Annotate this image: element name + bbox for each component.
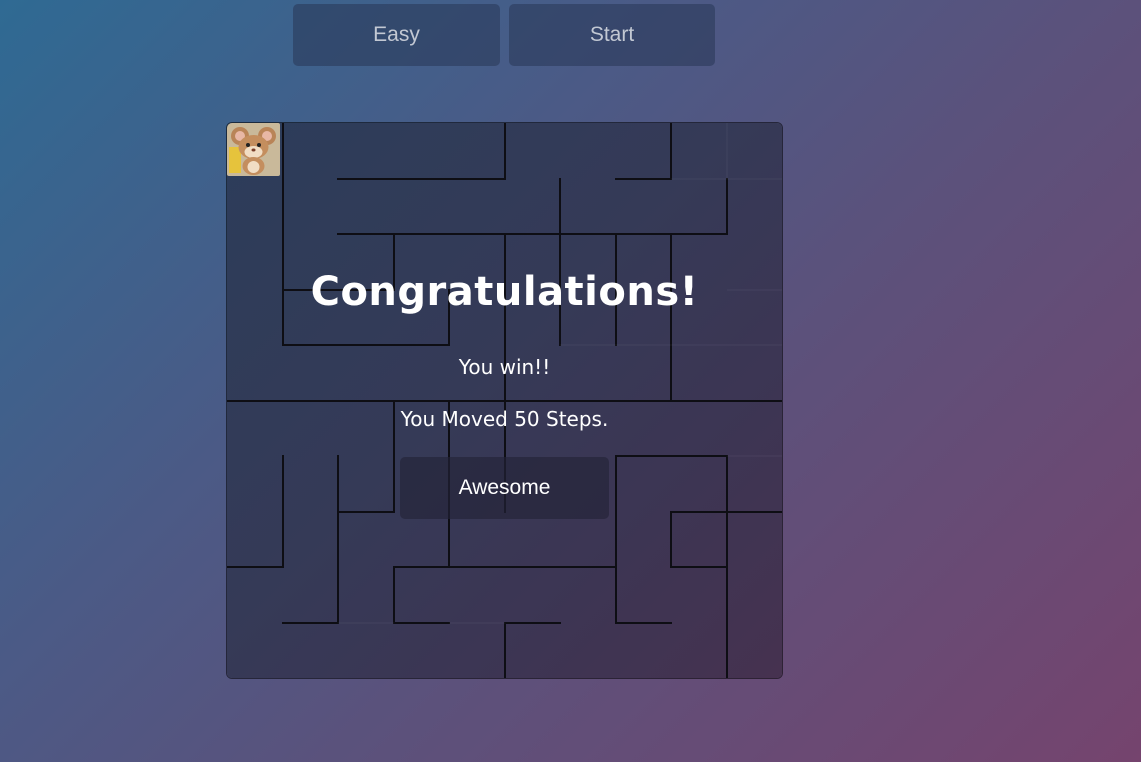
maze-board[interactable] [227, 123, 782, 678]
awesome-button[interactable]: Awesome [400, 457, 609, 519]
difficulty-button[interactable]: Easy [293, 4, 500, 66]
maze-walls [227, 123, 782, 678]
mouse-icon [227, 123, 280, 176]
start-button[interactable]: Start [509, 4, 715, 66]
